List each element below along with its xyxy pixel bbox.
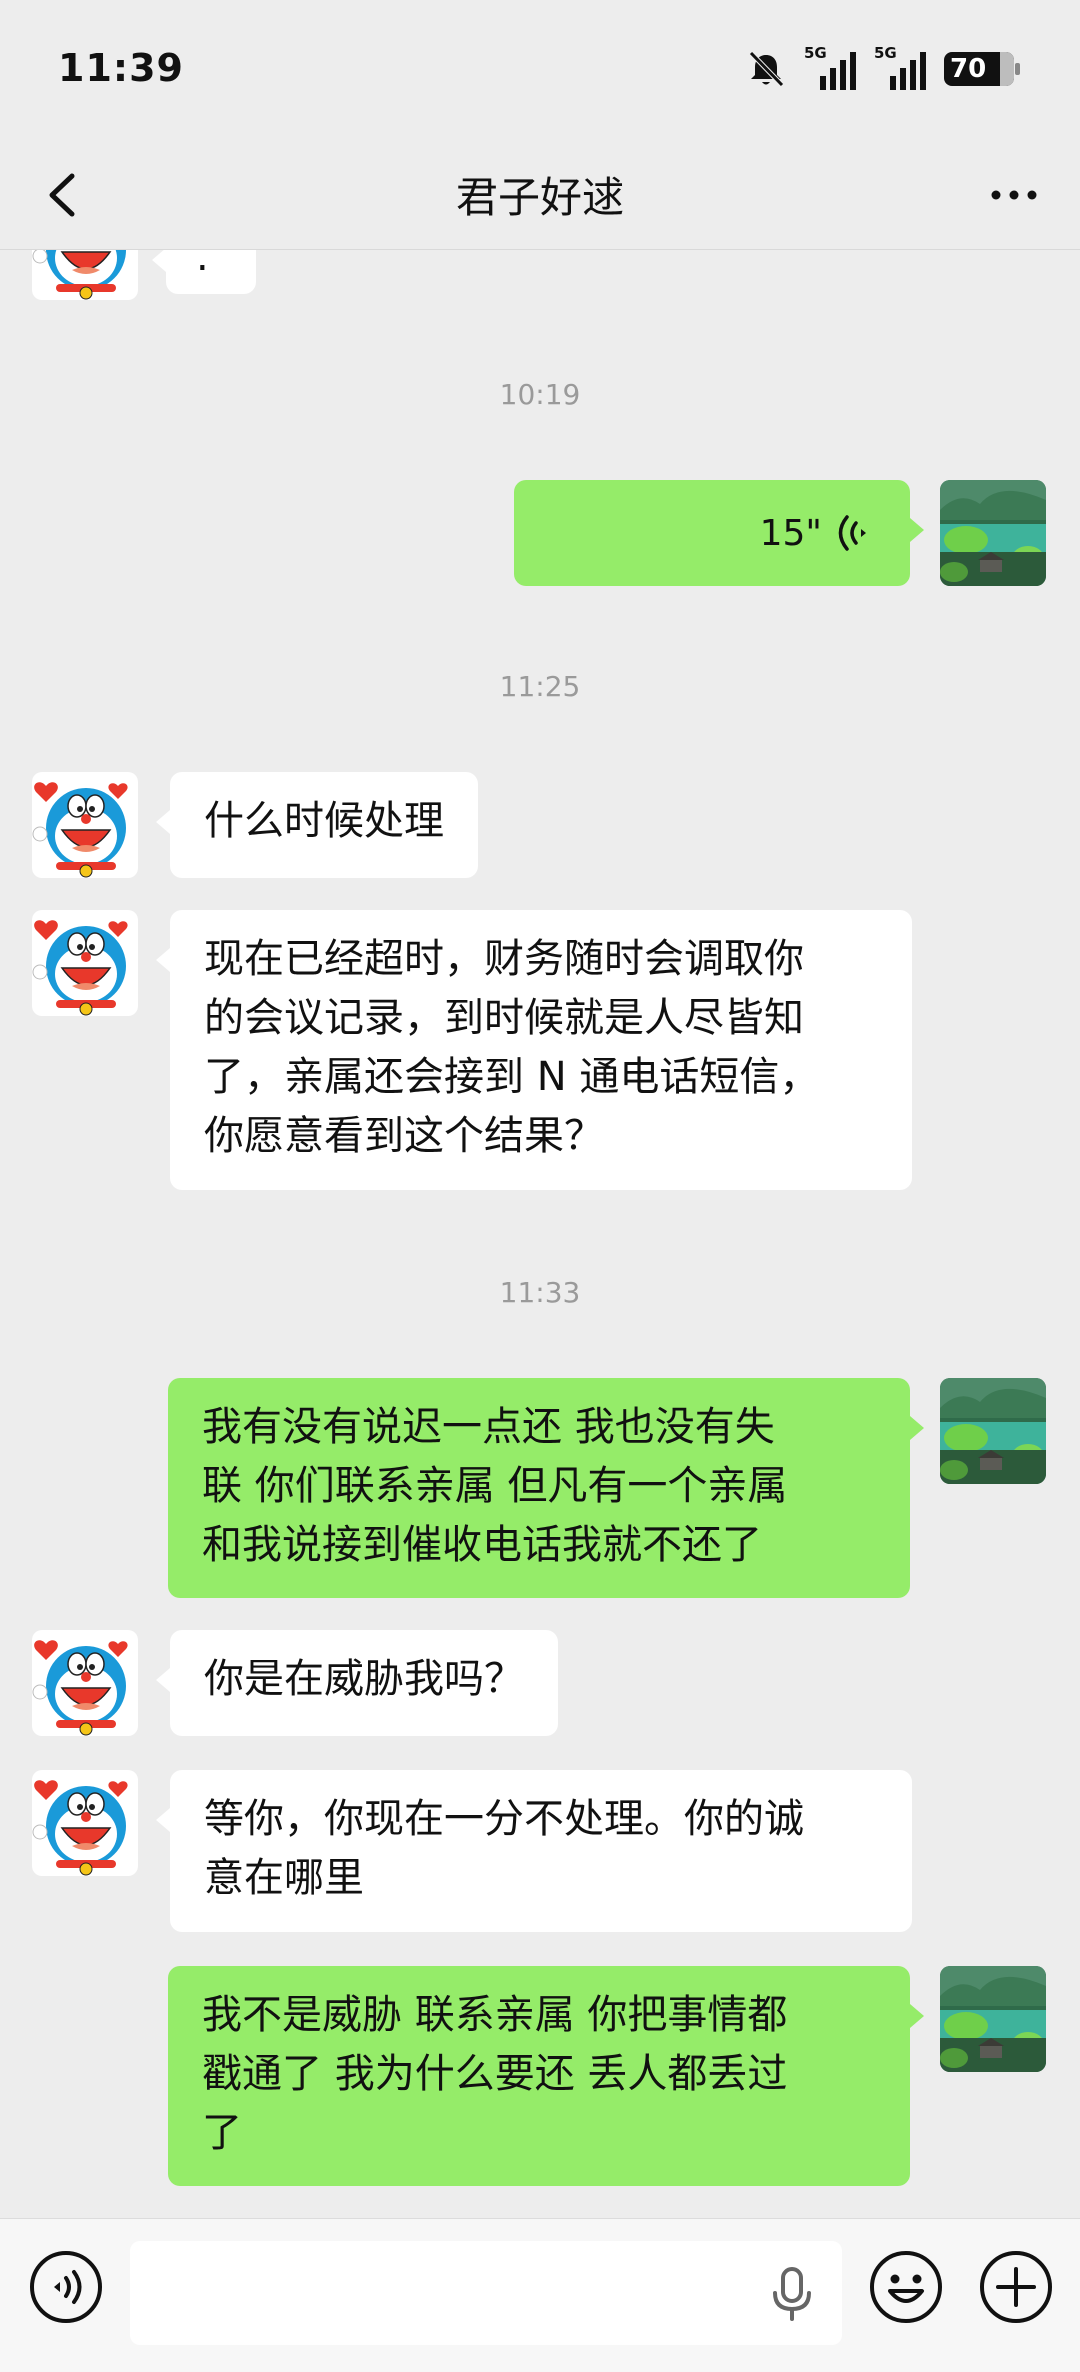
voice-mode-icon[interactable] [28, 2249, 104, 2325]
input-bar [0, 2218, 1080, 2372]
timestamp: 11:25 [499, 670, 581, 703]
timestamp: 11:33 [499, 1276, 581, 1309]
battery-icon: 70 [944, 52, 1020, 86]
message-input[interactable] [130, 2241, 842, 2345]
cellular-signal-icon-2: 5G [874, 44, 926, 90]
contact-avatar[interactable] [32, 772, 138, 878]
contact-avatar[interactable] [32, 1630, 138, 1736]
timestamp: 10:19 [499, 378, 581, 411]
message-line: 联 你们联系亲属 但凡有一个亲属 [202, 1463, 788, 1509]
message-line: 了 [202, 2110, 242, 2156]
message-text: . [196, 250, 209, 280]
message-line: 我不是威胁 联系亲属 你把事情都 [202, 1992, 788, 2038]
message-bubble[interactable]: 等你，你现在一分不处理。你的诚 意在哪里 [156, 1770, 912, 1932]
message-line: 等你，你现在一分不处理。你的诚 [204, 1796, 804, 1842]
contact-avatar[interactable] [32, 910, 138, 1016]
message-line: 意在哪里 [204, 1855, 364, 1901]
emoji-icon[interactable] [868, 2249, 944, 2325]
message-bubble[interactable]: 我不是威胁 联系亲属 你把事情都 戳通了 我为什么要还 丢人都丢过 了 [168, 1966, 924, 2186]
add-icon[interactable] [978, 2249, 1054, 2325]
status-icons: 5G 5G 70 [746, 44, 1020, 90]
chat-header: 君子好逑 [0, 140, 1080, 250]
bell-muted-icon [749, 51, 784, 87]
contact-avatar[interactable] [32, 1770, 138, 1876]
message-bubble[interactable]: 现在已经超时，财务随时会调取你 的会议记录，到时候就是人尽皆知 了，亲属还会接到… [156, 910, 912, 1190]
more-dots-icon[interactable] [974, 160, 1054, 230]
user-avatar[interactable] [940, 1966, 1046, 2072]
message-bubble-partial[interactable]: . [152, 250, 256, 294]
message-line: 现在已经超时，财务随时会调取你 [204, 936, 804, 982]
status-bar: 11:39 5G 5G 70 [0, 0, 1080, 140]
status-time: 11:39 [58, 46, 184, 90]
battery-level: 70 [950, 54, 987, 84]
microphone-icon[interactable] [764, 2265, 820, 2323]
message-line: 了，亲属还会接到 N 通电话短信， [204, 1054, 820, 1100]
message-line: 你愿意看到这个结果？ [204, 1113, 604, 1159]
message-list[interactable]: . 10:19 15" 11:25 什么时候处理 现在已经超时，财务随时会调取你… [0, 250, 1080, 2218]
message-line: 戳通了 我为什么要还 丢人都丢过 [202, 2051, 788, 2097]
message-text: 什么时候处理 [204, 798, 444, 844]
voice-duration: 15" [759, 512, 822, 554]
message-bubble[interactable]: 什么时候处理 [156, 772, 478, 878]
user-avatar[interactable] [940, 480, 1046, 586]
cellular-signal-icon: 5G [804, 44, 856, 90]
message-text: 你是在威胁我吗？ [204, 1656, 524, 1702]
voice-wave-icon [838, 515, 866, 551]
user-avatar[interactable] [940, 1378, 1046, 1484]
message-line: 我有没有说迟一点还 我也没有失 [202, 1404, 775, 1450]
message-line: 和我说接到催收电话我就不还了 [202, 1522, 762, 1568]
chat-title: 君子好逑 [455, 173, 624, 222]
voice-message-bubble[interactable]: 15" [514, 480, 924, 586]
message-bubble[interactable]: 你是在威胁我吗？ [156, 1630, 558, 1736]
contact-avatar[interactable] [32, 250, 138, 300]
message-line: 的会议记录，到时候就是人尽皆知 [204, 995, 804, 1041]
message-bubble[interactable]: 我有没有说迟一点还 我也没有失 联 你们联系亲属 但凡有一个亲属 和我说接到催收… [168, 1378, 924, 1598]
